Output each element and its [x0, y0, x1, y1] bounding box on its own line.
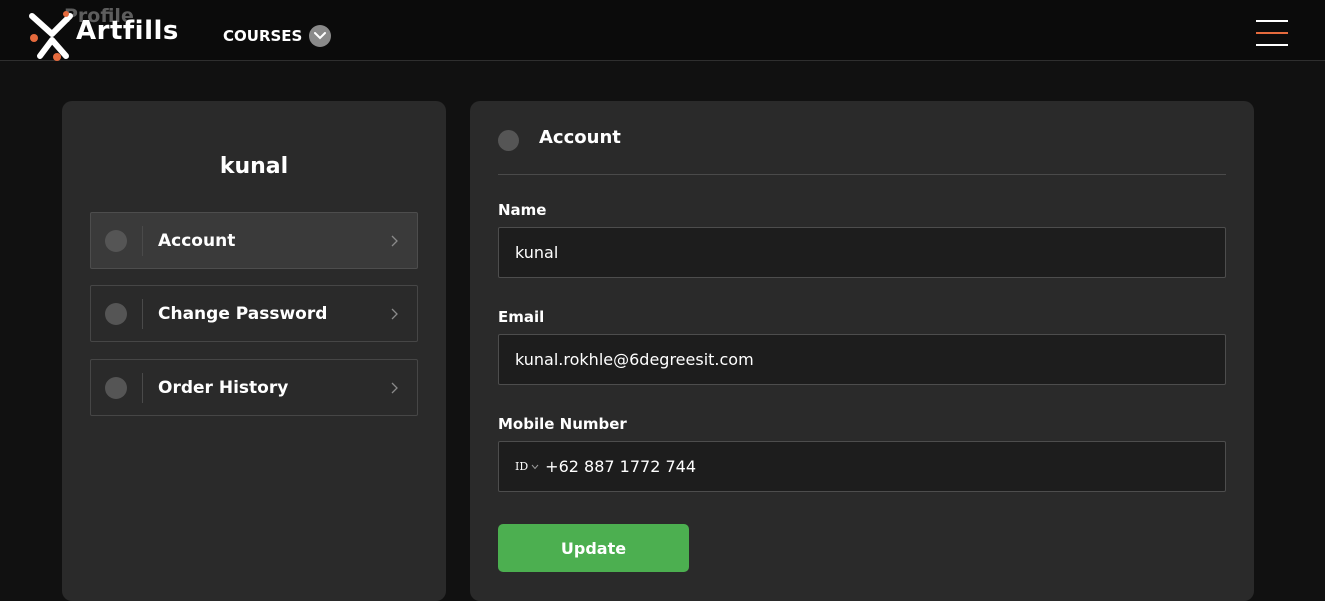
divider — [498, 174, 1226, 175]
courses-menu-button[interactable]: COURSES — [223, 25, 332, 47]
sidebar-item-label: Order History — [158, 377, 289, 398]
sidebar-item-label: Change Password — [158, 303, 328, 324]
top-navbar: Profile Artfills COURSES — [0, 0, 1325, 61]
divider — [142, 225, 143, 256]
mobile-label: Mobile Number — [498, 415, 627, 433]
courses-label: COURSES — [223, 27, 303, 45]
chevron-down-icon — [309, 25, 332, 47]
country-code: ID — [515, 460, 529, 473]
account-form-panel: Account Name Email Mobile Number ID Upda… — [470, 101, 1254, 601]
artfills-logo-icon[interactable] — [26, 10, 76, 64]
email-field-box[interactable] — [498, 334, 1226, 385]
chevron-down-icon — [531, 464, 539, 469]
account-icon — [105, 229, 127, 252]
country-code-select[interactable]: ID — [515, 460, 539, 473]
email-label: Email — [498, 308, 545, 326]
mobile-field-box[interactable]: ID — [498, 441, 1226, 492]
sidebar-item-change-password[interactable]: Change Password — [90, 285, 418, 342]
update-button[interactable]: Update — [498, 524, 689, 572]
sidebar-item-order-history[interactable]: Order History — [90, 359, 418, 416]
divider — [142, 298, 143, 329]
sidebar-item-label: Account — [158, 230, 236, 251]
profile-username: kunal — [219, 154, 289, 179]
history-icon — [105, 376, 127, 399]
profile-sidebar: kunal Account Change Password Order Hist… — [62, 101, 446, 601]
sidebar-item-account[interactable]: Account — [90, 212, 418, 269]
lock-icon — [105, 302, 127, 325]
hamburger-menu-icon[interactable] — [1256, 20, 1288, 46]
account-icon — [498, 130, 519, 151]
section-title: Account — [539, 127, 621, 148]
name-label: Name — [498, 201, 547, 219]
email-field[interactable] — [515, 350, 1195, 369]
name-field[interactable] — [515, 243, 1195, 262]
mobile-number-field[interactable] — [545, 457, 1186, 476]
brand-name[interactable]: Artfills — [76, 16, 179, 46]
name-field-box[interactable] — [498, 227, 1226, 278]
chevron-right-icon — [391, 382, 398, 393]
chevron-right-icon — [391, 308, 398, 319]
chevron-right-icon — [391, 235, 398, 246]
divider — [142, 372, 143, 403]
